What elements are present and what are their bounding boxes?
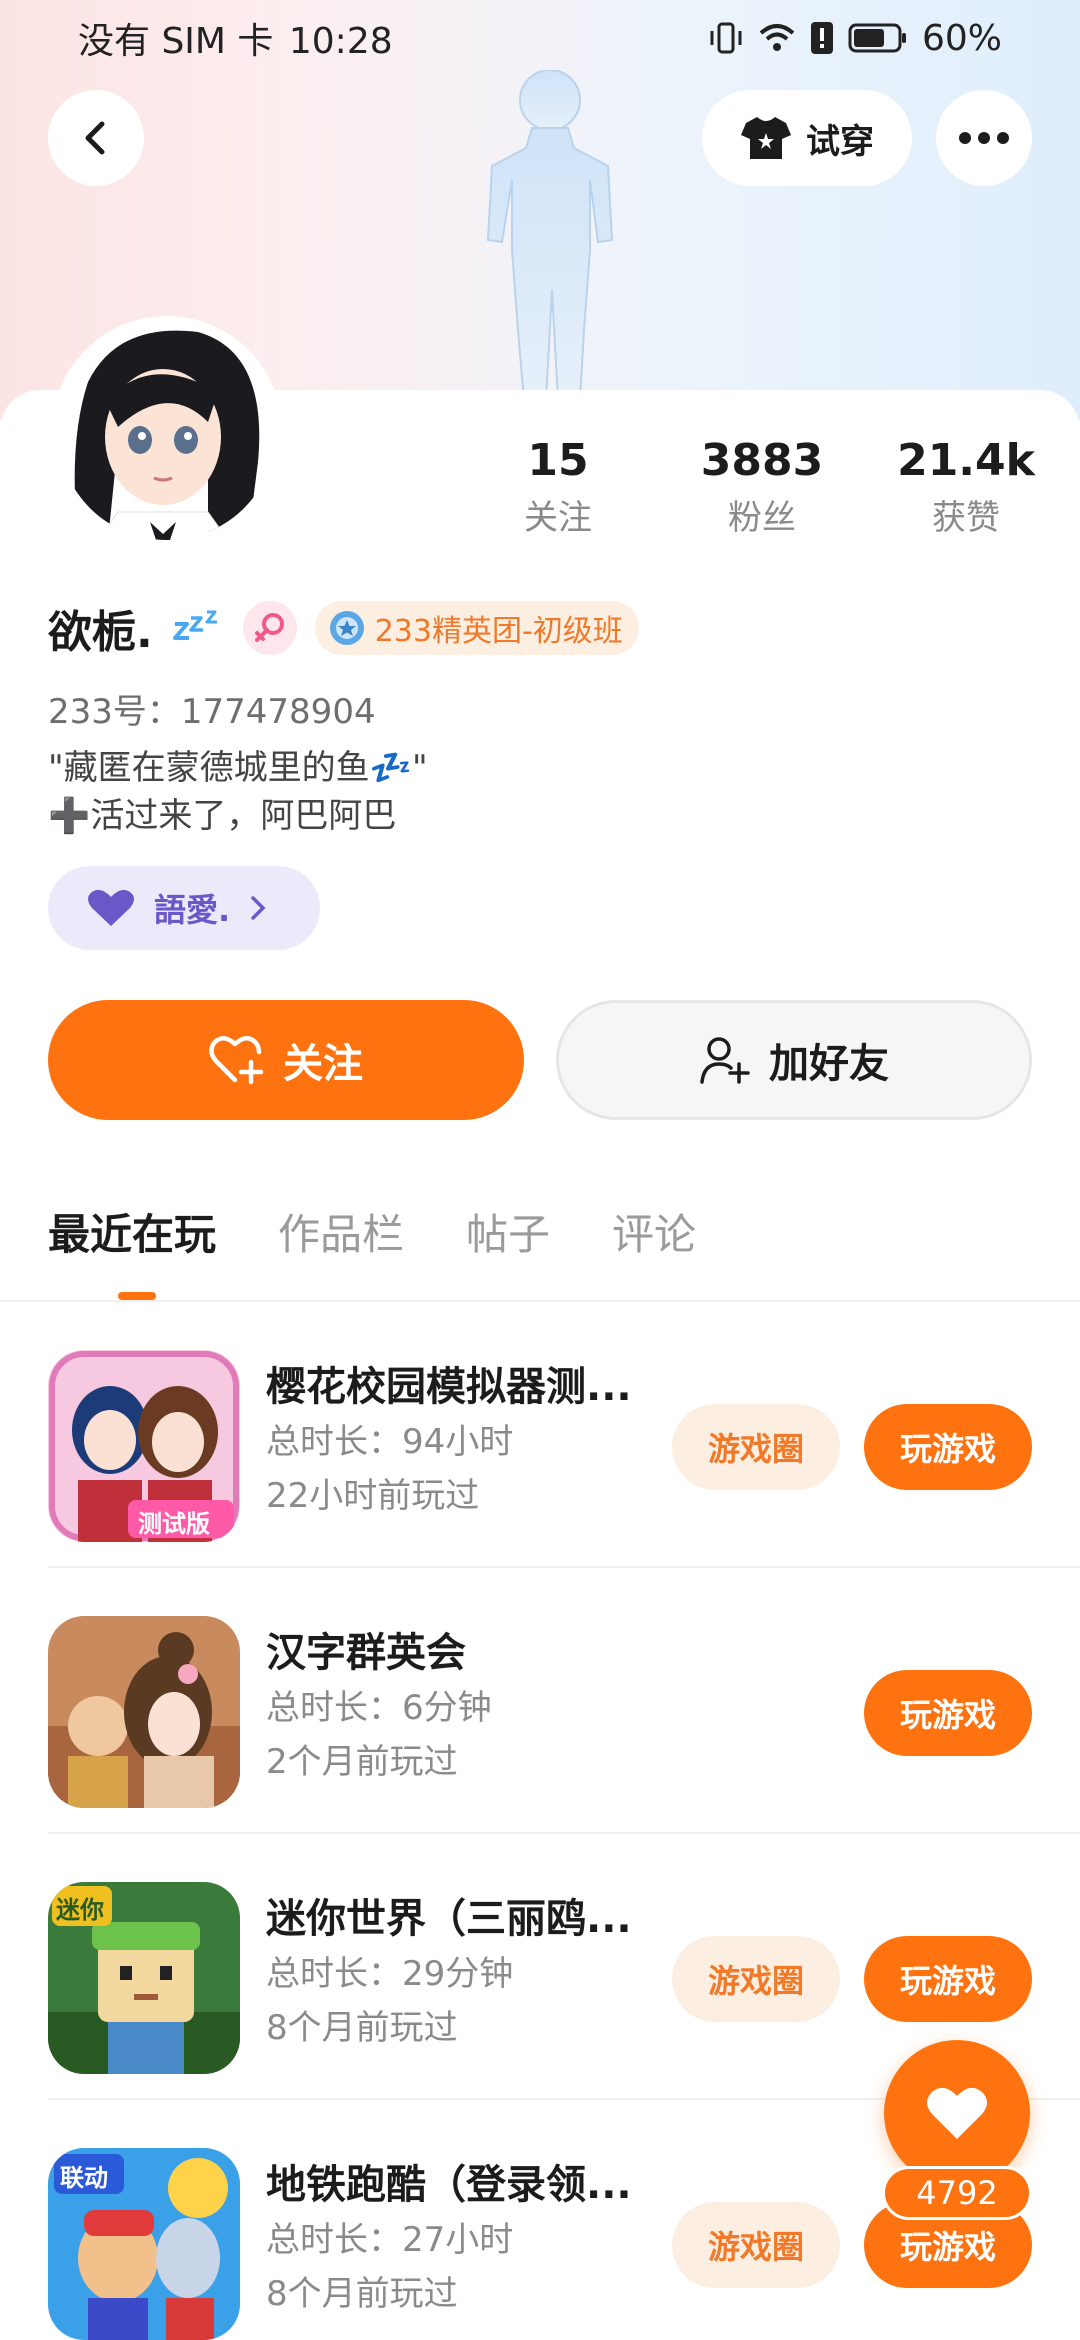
add-user-icon <box>700 1037 750 1084</box>
game-icon-image <box>48 1616 240 1808</box>
friend-tag-label: 語愛. <box>154 891 231 929</box>
stat-followers[interactable]: 3883 粉丝 <box>672 430 852 544</box>
game-circle-button[interactable]: 游戏圈 <box>672 1936 840 2022</box>
heart-icon <box>927 2087 987 2139</box>
gender-female-badge <box>242 601 297 655</box>
carrier-text: 没有 SIM 卡 <box>78 21 274 62</box>
friend-relation-tag[interactable]: 語愛. <box>48 866 320 950</box>
game-circle-button[interactable]: 游戏圈 <box>672 1404 840 1490</box>
game-last-played: 8个月前玩过 <box>266 2274 458 2314</box>
game-icon: 联动 <box>48 2148 240 2340</box>
game-circle-button[interactable]: 游戏圈 <box>672 2202 840 2288</box>
game-icon <box>48 1616 240 1808</box>
stat-label: 粉丝 <box>728 498 796 538</box>
club-medal-icon <box>329 611 364 645</box>
like-count: 4792 <box>882 2166 1032 2220</box>
chevron-right-icon <box>251 896 266 920</box>
game-icon-badge: 测试版 <box>138 1510 210 1538</box>
back-button[interactable] <box>48 90 144 186</box>
tab-works[interactable]: 作品栏 <box>278 1200 404 1270</box>
follow-button[interactable]: 关注 <box>48 1000 524 1120</box>
game-icon: 迷你 <box>48 1882 240 2074</box>
tshirt-icon <box>741 117 791 159</box>
status-bar: 没有 SIM 卡 10:28 60% <box>0 0 1080 76</box>
bio: "藏匿在蒙德城里的鱼💤" ➕活过来了，阿巴阿巴 <box>48 744 428 840</box>
stat-label: 获赞 <box>932 498 1000 538</box>
game-duration: 总时长：27小时 <box>266 2220 514 2260</box>
stat-likes[interactable]: 21.4k 获赞 <box>876 430 1056 544</box>
game-icon-badge: 联动 <box>60 2164 108 2192</box>
stat-following[interactable]: 15 关注 <box>468 430 648 544</box>
status-left: 没有 SIM 卡 10:28 <box>78 12 708 64</box>
game-duration: 总时长：6分钟 <box>266 1688 492 1728</box>
more-dots-icon <box>959 132 1009 144</box>
game-icon-badge: 迷你 <box>56 1896 104 1924</box>
tab-recently-played[interactable]: 最近在玩 <box>48 1200 216 1270</box>
chevron-left-icon <box>85 121 105 155</box>
add-friend-label: 加好友 <box>769 1041 889 1087</box>
battery-percent: 60% <box>921 17 1002 59</box>
more-button[interactable] <box>936 90 1032 186</box>
play-game-button[interactable]: 玩游戏 <box>864 1404 1032 1490</box>
clock: 10:28 <box>288 21 393 62</box>
user-id: 233号：177478904 <box>48 692 376 732</box>
like-button[interactable] <box>884 2040 1030 2186</box>
battery-icon <box>848 23 906 53</box>
club-badge[interactable]: 233精英团-初级班 <box>314 601 639 655</box>
game-title: 迷你世界（三丽鸥... <box>266 1896 632 1942</box>
heart-plus-icon <box>209 1036 264 1085</box>
game-duration: 总时长：94小时 <box>266 1422 514 1462</box>
bio-line-1: "藏匿在蒙德城里的鱼💤" <box>48 748 428 788</box>
game-duration: 总时长：29分钟 <box>266 1954 514 1994</box>
profile-name: 欲栀. <box>48 607 153 658</box>
play-game-button[interactable]: 玩游戏 <box>864 1936 1032 2022</box>
game-last-played: 8个月前玩过 <box>266 2008 458 2048</box>
tab-comments[interactable]: 评论 <box>612 1200 696 1270</box>
sleep-zzz-icon <box>172 610 217 640</box>
status-right: 60% <box>708 18 1002 59</box>
stat-value: 3883 <box>700 435 824 486</box>
game-title: 樱花校园模拟器测... <box>266 1364 632 1410</box>
try-on-label: 试穿 <box>806 121 874 162</box>
wifi-icon <box>759 24 795 51</box>
profile-stats: 15 关注 3883 粉丝 21.4k 获赞 <box>0 430 1080 550</box>
game-title: 地铁跑酷（登录领... <box>266 2162 632 2208</box>
play-game-button[interactable]: 玩游戏 <box>864 1670 1032 1756</box>
tab-active-indicator <box>118 1292 156 1300</box>
bio-line-2: ➕活过来了，阿巴阿巴 <box>48 796 397 836</box>
name-row: 欲栀. 233精英团-初级班 <box>48 598 639 658</box>
game-title: 汉字群英会 <box>266 1630 466 1676</box>
follow-label: 关注 <box>283 1041 363 1087</box>
heart-icon <box>88 889 134 926</box>
vibrate-icon <box>710 22 742 54</box>
stat-value: 21.4k <box>897 435 1035 486</box>
game-last-played: 22小时前玩过 <box>266 1476 480 1516</box>
list-item[interactable]: 汉字群英会 总时长：6分钟 2个月前玩过 玩游戏 <box>48 1568 1080 1834</box>
game-last-played: 2个月前玩过 <box>266 1742 458 1782</box>
sim-alert-icon <box>810 22 833 54</box>
stat-label: 关注 <box>524 498 592 538</box>
stat-value: 15 <box>527 435 589 486</box>
add-friend-button[interactable]: 加好友 <box>556 1000 1032 1120</box>
game-icon: 测试版 <box>48 1350 240 1542</box>
avatar-3d-figure <box>486 70 614 400</box>
list-item[interactable]: 测试版 樱花校园模拟器测... 总时长：94小时 22小时前玩过 游戏圈 玩游戏 <box>48 1302 1080 1568</box>
try-on-button[interactable]: 试穿 <box>702 90 912 186</box>
female-icon <box>254 613 284 642</box>
tab-posts[interactable]: 帖子 <box>466 1200 550 1270</box>
profile-tabs: 最近在玩 作品栏 帖子 评论 <box>48 1200 696 1270</box>
club-badge-label: 233精英团-初级班 <box>374 614 623 649</box>
